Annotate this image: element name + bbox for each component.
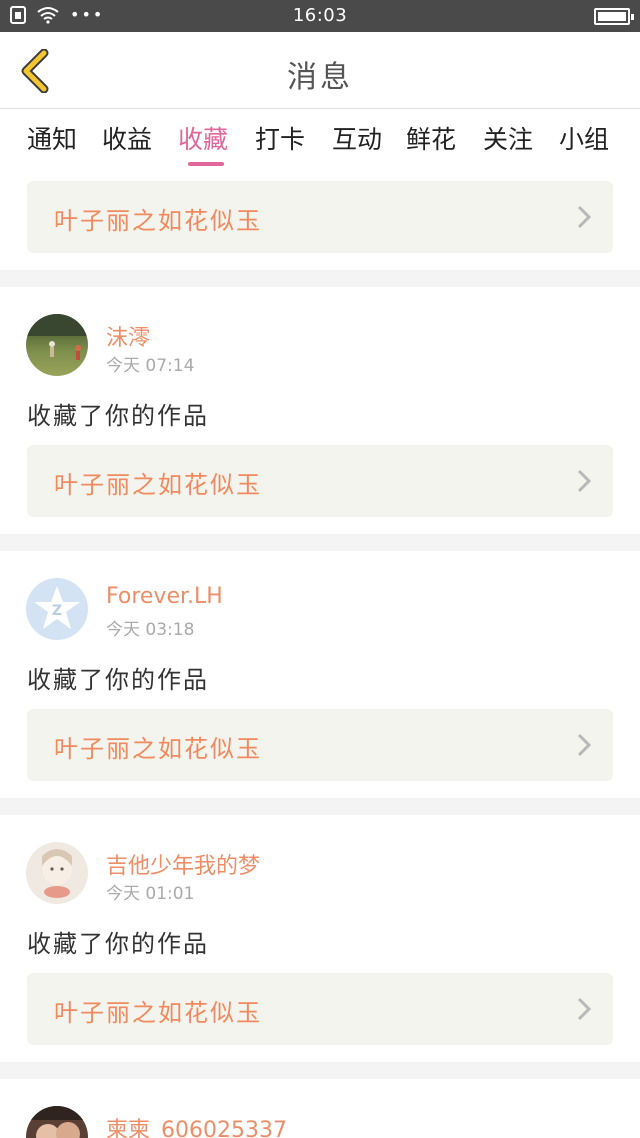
work-link-card[interactable]: 叶子丽之如花似玉 — [27, 445, 613, 517]
timestamp: 今天 03:18 — [106, 620, 195, 640]
avatar-photo — [26, 314, 88, 360]
username[interactable]: Forever.LH — [106, 584, 223, 609]
page-title: 消息 — [287, 60, 353, 95]
status-bar: ••• 16:03 — [0, 0, 640, 32]
avatar[interactable] — [26, 842, 88, 904]
timestamp: 今天 01:01 — [106, 884, 195, 904]
chevron-right-icon — [577, 997, 591, 1021]
tab-earnings[interactable]: 收益 — [102, 120, 152, 156]
work-link-card[interactable]: 叶子丽之如花似玉 — [27, 973, 613, 1045]
avatar[interactable]: Z — [26, 578, 88, 640]
work-title: 叶子丽之如花似玉 — [54, 471, 262, 499]
work-title: 叶子丽之如花似玉 — [54, 207, 262, 235]
tab-following[interactable]: 关注 — [483, 120, 533, 156]
chevron-right-icon — [577, 205, 591, 229]
work-title: 叶子丽之如花似玉 — [54, 999, 262, 1027]
battery-icon — [594, 8, 634, 25]
chevron-right-icon — [577, 469, 591, 493]
section-divider — [0, 270, 640, 287]
work-link-card[interactable]: 叶子丽之如花似玉 — [27, 709, 613, 781]
avatar[interactable] — [26, 314, 88, 376]
tab-interaction[interactable]: 互动 — [332, 120, 382, 156]
message-text: 收藏了你的作品 — [27, 402, 209, 430]
status-time: 16:03 — [292, 5, 348, 26]
nav-header: 消息 — [0, 32, 640, 109]
active-tab-indicator — [188, 162, 224, 166]
section-divider — [0, 1062, 640, 1079]
tab-flowers[interactable]: 鲜花 — [406, 120, 456, 156]
username[interactable]: 沫澪 — [106, 320, 150, 352]
chevron-right-icon — [577, 733, 591, 757]
message-tabs: 通知 收益 收藏 打卡 互动 鲜花 关注 小组 — [0, 110, 640, 168]
work-title: 叶子丽之如花似玉 — [54, 735, 262, 763]
work-link-card[interactable]: 叶子丽之如花似玉 — [27, 181, 613, 253]
tab-groups[interactable]: 小组 — [559, 120, 609, 156]
svg-text:Z: Z — [52, 603, 62, 619]
username[interactable]: 柬柬_606025337 — [106, 1112, 287, 1138]
avatar[interactable] — [26, 1106, 88, 1138]
tab-checkin[interactable]: 打卡 — [255, 120, 305, 156]
timestamp: 今天 07:14 — [106, 356, 195, 376]
message-text: 收藏了你的作品 — [27, 930, 209, 958]
avatar-photo — [26, 1106, 88, 1138]
tab-favorites[interactable]: 收藏 — [178, 120, 228, 156]
default-avatar-icon: Z — [34, 586, 80, 629]
message-text: 收藏了你的作品 — [27, 666, 209, 694]
username[interactable]: 吉他少年我的梦 — [106, 848, 260, 880]
section-divider — [0, 798, 640, 815]
tab-notice[interactable]: 通知 — [27, 120, 77, 156]
avatar-photo — [42, 849, 72, 898]
section-divider — [0, 534, 640, 551]
